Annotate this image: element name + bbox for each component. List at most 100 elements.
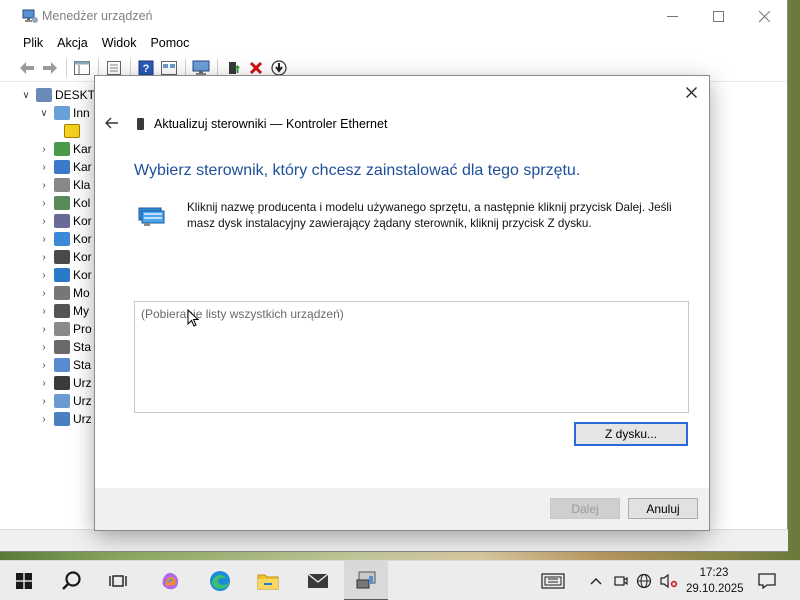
chevron-right-icon[interactable]: › [38, 306, 50, 317]
chevron-right-icon[interactable]: › [38, 234, 50, 245]
folder-icon [257, 574, 279, 590]
tree-item[interactable]: ∨ Inn [38, 104, 90, 122]
mail-button[interactable] [296, 561, 340, 600]
dialog-back-button[interactable] [105, 116, 125, 133]
forward-button[interactable] [39, 57, 61, 79]
toolbar-separator [130, 58, 131, 77]
chevron-right-icon[interactable]: › [38, 360, 50, 371]
chevron-right-icon[interactable]: › [38, 180, 50, 191]
keyboard-layout-button[interactable] [536, 561, 570, 600]
chevron-right-icon[interactable]: › [38, 252, 50, 263]
tree-item[interactable]: › Kor [38, 266, 92, 284]
chevron-right-icon[interactable]: › [38, 288, 50, 299]
tray-camera-button[interactable] [612, 561, 630, 600]
speaker-muted-icon [660, 573, 678, 589]
tree-item[interactable]: › Urz [38, 374, 92, 392]
edge-browser-icon [210, 571, 230, 591]
device-category-icon [54, 160, 70, 174]
chevron-right-icon[interactable]: › [38, 198, 50, 209]
device-category-icon [54, 178, 70, 192]
device-manager-taskbar-button[interactable] [344, 561, 388, 600]
network-button[interactable] [634, 561, 654, 600]
notifications-button[interactable] [754, 561, 780, 600]
window-title: Menedżer urządzeń [42, 9, 153, 23]
tree-item-label: Mo [73, 286, 90, 300]
globe-icon [636, 573, 652, 589]
copilot-icon [162, 572, 179, 590]
tree-item[interactable]: › Kol [38, 194, 90, 212]
volume-button[interactable] [658, 561, 680, 600]
tree-item-label: Kla [73, 178, 91, 192]
tree-item-label: Kor [73, 268, 92, 282]
have-disk-button[interactable]: Z dysku... [574, 422, 688, 446]
back-button[interactable] [16, 57, 38, 79]
chevron-right-icon[interactable]: › [38, 270, 50, 281]
cancel-button[interactable]: Anuluj [628, 498, 698, 519]
maximize-button[interactable] [695, 0, 741, 32]
edge-button[interactable] [198, 561, 242, 600]
back-arrow-icon [20, 61, 34, 74]
menu-help[interactable]: Pomoc [143, 36, 196, 50]
show-hidden-icons-button[interactable] [586, 561, 606, 600]
chevron-down-icon[interactable]: ∨ [38, 108, 50, 119]
maximize-icon [712, 10, 724, 22]
file-explorer-button[interactable] [246, 561, 290, 600]
dialog-close-button[interactable] [681, 82, 701, 102]
close-button[interactable] [741, 0, 787, 32]
chevron-right-icon[interactable]: › [38, 378, 50, 389]
tree-item[interactable]: › Sta [38, 338, 91, 356]
tree-item[interactable]: › Kar [38, 140, 92, 158]
tree-item[interactable]: › Kor [38, 230, 92, 248]
chevron-right-icon[interactable]: › [38, 216, 50, 227]
chevron-right-icon[interactable]: › [38, 414, 50, 425]
copilot-button[interactable] [148, 561, 192, 600]
tree-root[interactable]: ∨ DESKTO [20, 86, 104, 104]
clock-date: 29.10.2025 [686, 583, 744, 595]
menu-action[interactable]: Akcja [50, 36, 95, 50]
tree-item-label: Pro [73, 322, 92, 336]
device-category-icon [54, 322, 70, 336]
chevron-right-icon[interactable]: › [38, 396, 50, 407]
scan-download-icon [271, 59, 287, 76]
chevron-right-icon[interactable]: › [38, 144, 50, 155]
menu-file[interactable]: Plik [16, 36, 50, 50]
menu-view[interactable]: Widok [95, 36, 144, 50]
tree-item[interactable]: › My [38, 302, 89, 320]
tree-item-label: Sta [73, 358, 92, 372]
dialog-footer: Dalej Anuluj [95, 488, 709, 530]
chevron-down-icon[interactable]: ∨ [20, 90, 32, 101]
search-icon [62, 571, 81, 590]
chevron-right-icon[interactable]: › [38, 342, 50, 353]
search-button[interactable] [50, 561, 94, 600]
chevron-right-icon[interactable]: › [38, 324, 50, 335]
driver-list[interactable]: (Pobieranie listy wszystkich urządzeń) [134, 301, 689, 413]
tree-item[interactable]: › Kor [38, 248, 92, 266]
tree-item[interactable]: › Kor [38, 212, 92, 230]
console-tree-button[interactable] [71, 57, 93, 79]
task-view-button[interactable] [96, 561, 140, 600]
mouse-cursor-icon [187, 309, 199, 327]
tree-item[interactable]: › Kla [38, 176, 90, 194]
tree-item[interactable] [60, 122, 83, 140]
tree-item[interactable]: › Pro [38, 320, 92, 338]
tree-item[interactable]: › Mo [38, 284, 90, 302]
horizontal-scrollbar[interactable] [0, 529, 788, 551]
tree-item[interactable]: › Kar [38, 158, 92, 176]
device-manager-icon [356, 571, 376, 589]
title-bar: Menedżer urządzeń [0, 0, 787, 32]
chevron-right-icon[interactable]: › [38, 162, 50, 173]
tree-item[interactable]: › Urz [38, 410, 92, 428]
minimize-button[interactable] [649, 0, 695, 32]
mail-icon [307, 573, 329, 588]
help-icon: ? [138, 60, 154, 75]
clock[interactable]: 17:23 29.10.2025 [686, 565, 744, 597]
tree-item[interactable]: › Sta [38, 356, 91, 374]
tree-item[interactable]: › Urz [38, 392, 92, 410]
view-icon [161, 60, 177, 75]
list-loading-text: (Pobieranie listy wszystkich urządzeń) [141, 307, 344, 321]
next-button[interactable]: Dalej [550, 498, 620, 519]
properties-icon [107, 60, 121, 75]
start-button[interactable] [2, 561, 46, 600]
windows-logo-icon [16, 573, 32, 589]
uninstall-icon [249, 61, 263, 74]
